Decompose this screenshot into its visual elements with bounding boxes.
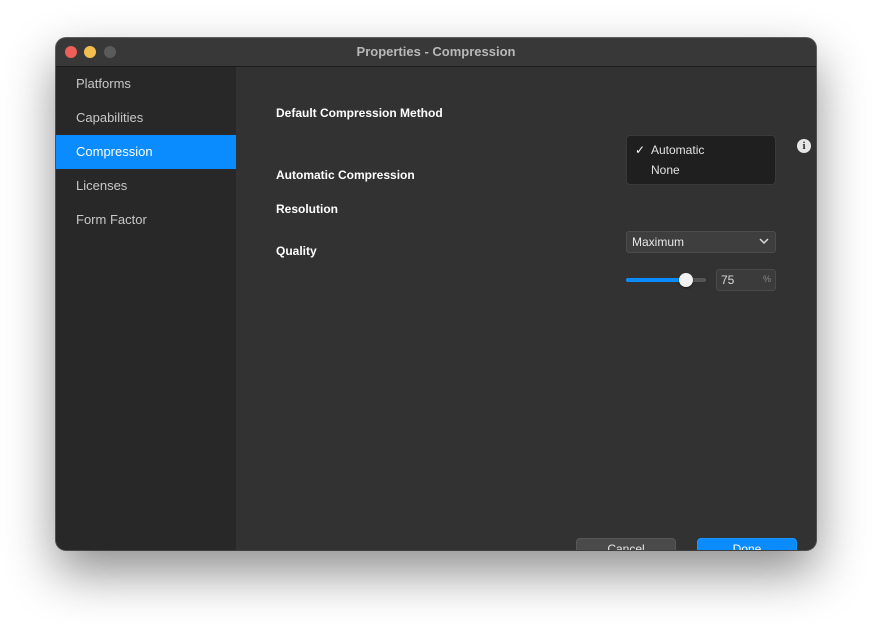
quality-slider-thumb[interactable] xyxy=(679,273,693,287)
menu-item-none[interactable]: None xyxy=(651,163,680,177)
resolution-label: Resolution xyxy=(276,202,338,216)
quality-input[interactable]: 75 % xyxy=(716,269,776,291)
done-button[interactable]: Done xyxy=(697,538,797,550)
sidebar-item-form-factor[interactable]: Form Factor xyxy=(56,203,236,237)
compression-panel: Default Compression Method ✓ Automatic N… xyxy=(236,67,816,550)
quality-unit: % xyxy=(762,274,771,284)
properties-window: Properties - Compression Platforms Capab… xyxy=(56,38,816,550)
automatic-compression-heading: Automatic Compression xyxy=(276,168,415,182)
cancel-button[interactable]: Cancel xyxy=(576,538,676,550)
sidebar-item-capabilities[interactable]: Capabilities xyxy=(56,101,236,135)
quality-slider-fill xyxy=(626,278,686,282)
resolution-select[interactable]: Maximum xyxy=(626,231,776,253)
menu-item-automatic[interactable]: Automatic xyxy=(651,143,704,157)
sidebar-item-licenses[interactable]: Licenses xyxy=(56,169,236,203)
default-compression-method-label: Default Compression Method xyxy=(276,106,443,120)
sidebar-item-compression[interactable]: Compression xyxy=(56,135,236,169)
checkmark-icon: ✓ xyxy=(635,143,646,157)
quality-value: 75 xyxy=(721,273,735,287)
quality-label: Quality xyxy=(276,244,317,258)
quality-slider[interactable] xyxy=(626,273,706,287)
sidebar-item-platforms[interactable]: Platforms xyxy=(56,67,236,101)
window-title: Properties - Compression xyxy=(356,44,516,59)
sidebar: Platforms Capabilities Compression Licen… xyxy=(56,67,236,550)
info-icon[interactable]: i xyxy=(797,139,811,153)
resolution-value: Maximum xyxy=(632,235,685,249)
compression-method-menu[interactable]: ✓ Automatic None xyxy=(626,135,776,185)
chevron-down-icon xyxy=(759,238,769,245)
title-bar: Properties - Compression xyxy=(56,38,816,67)
